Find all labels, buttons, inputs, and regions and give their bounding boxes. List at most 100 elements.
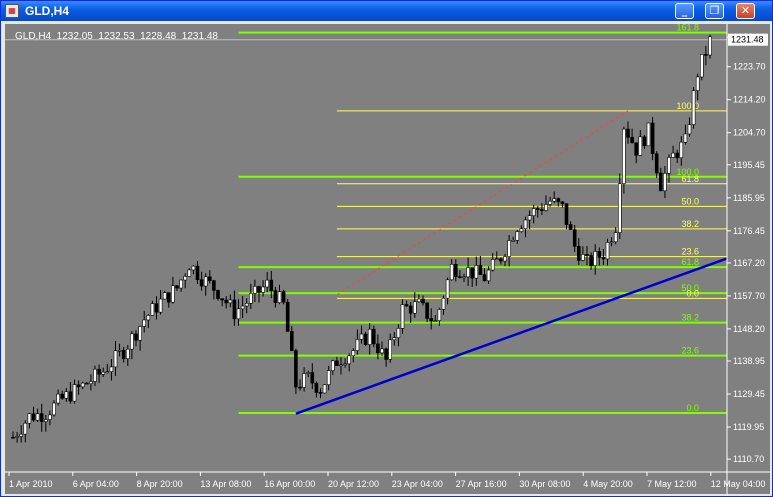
candle-body <box>80 382 85 388</box>
candle-body <box>138 326 142 341</box>
time-tick-label: 23 Apr 04:00 <box>392 479 443 489</box>
price-tick-label: 1110.70 <box>733 454 764 464</box>
candle-body <box>511 240 516 242</box>
candle-body <box>93 368 97 382</box>
candle-body <box>704 54 708 56</box>
candle-body <box>289 331 294 351</box>
candle-body <box>314 382 319 393</box>
candle-body <box>363 333 368 345</box>
candle-body <box>453 264 458 277</box>
candle-body <box>72 384 77 402</box>
candle-body <box>236 308 241 320</box>
candle-body <box>441 297 446 310</box>
candle-body <box>507 240 511 257</box>
price-tick-label: 1157.70 <box>733 291 765 301</box>
fib-level-label: 23.6 <box>681 346 699 356</box>
candle-body <box>171 285 175 303</box>
chart-area[interactable]: 161.8 100.0 61.8 50.0 38.2 23.6 0.0 100.0 61.8 50… <box>5 23 770 494</box>
candle-body <box>302 373 306 388</box>
candle-body <box>478 265 483 275</box>
candle-body <box>253 286 257 294</box>
title-bar[interactable]: ▦ GLD,H4 _ ❐ ✕ <box>1 1 772 21</box>
candle-body <box>244 302 249 307</box>
time-tick-label: 20 Apr 12:00 <box>328 479 379 489</box>
close-button[interactable]: ✕ <box>736 3 755 19</box>
candle-body <box>535 208 540 210</box>
candle-body <box>392 337 397 341</box>
candle-body <box>27 413 32 424</box>
candle-body <box>572 229 577 247</box>
candle-body <box>458 276 462 278</box>
candle-body <box>265 279 270 288</box>
candle-body <box>355 339 360 351</box>
candle-body <box>630 137 634 144</box>
candle-body <box>654 153 659 174</box>
candle-body <box>622 128 626 184</box>
candle-body <box>97 368 101 375</box>
fib-level-label: 161.8 <box>676 24 699 33</box>
candle-body <box>281 291 286 303</box>
chart-window-icon[interactable]: ▦ <box>5 4 19 18</box>
candle-body <box>359 333 364 340</box>
candle-body <box>421 298 425 304</box>
candle-body <box>429 318 434 322</box>
time-tick-label: 7 May 12:00 <box>647 479 697 489</box>
price-tick-label: 1176.45 <box>733 226 765 236</box>
candle-body <box>585 254 589 256</box>
candle-body <box>306 372 311 374</box>
restore-button[interactable]: ❐ <box>705 3 724 19</box>
candle-body <box>638 136 643 156</box>
time-tick-label: 13 Apr 08:00 <box>200 479 251 489</box>
candle-body <box>130 333 134 350</box>
candle-body <box>548 200 552 205</box>
candle-body <box>519 228 524 232</box>
candle-body <box>162 292 167 300</box>
candle-body <box>285 301 290 332</box>
candle-body <box>208 276 212 281</box>
candle-body <box>294 350 298 388</box>
candle-body <box>31 413 36 421</box>
price-tick-label: 1119.95 <box>733 422 764 432</box>
candle-body <box>490 259 495 271</box>
candle-body <box>35 413 40 421</box>
candle-body <box>449 264 454 281</box>
candle-body <box>687 124 692 135</box>
time-tick-label: 4 May 20:00 <box>583 479 633 489</box>
candle-body <box>322 384 327 394</box>
fib-level-label: 100.0 <box>676 101 699 111</box>
candle-body <box>675 152 680 159</box>
candle-body <box>568 224 573 230</box>
candle-body <box>240 305 245 310</box>
candle-body <box>617 183 622 233</box>
candle-body <box>466 267 470 278</box>
candle-body <box>269 279 274 291</box>
candle-body <box>544 204 548 211</box>
price-chart[interactable]: 161.8100.061.850.038.223.60.0100.061.850… <box>5 23 770 494</box>
candle-body <box>310 372 315 384</box>
candle-body <box>23 422 28 435</box>
candle-body <box>515 231 520 241</box>
candle-body <box>109 366 114 372</box>
candle-body <box>589 255 593 267</box>
candle-body <box>351 350 356 357</box>
price-tick-label: 1129.45 <box>733 389 765 399</box>
candle-body <box>482 274 487 282</box>
time-tick-label: 8 Apr 20:00 <box>137 479 183 489</box>
candle-body <box>134 333 138 341</box>
candle-body <box>499 258 503 262</box>
candle-body <box>56 393 60 404</box>
candle-body <box>228 299 233 304</box>
candle-body <box>552 198 557 202</box>
candle-body <box>89 381 93 385</box>
candle-body <box>412 301 417 314</box>
candle-body <box>503 256 507 262</box>
candle-body <box>101 371 105 375</box>
candle-body <box>126 348 130 360</box>
minimize-button[interactable]: _ <box>675 3 694 19</box>
candle-body <box>318 392 323 394</box>
fib-level-label: 0.0 <box>686 288 699 298</box>
candle-body <box>11 436 15 439</box>
candle-body <box>380 348 384 354</box>
time-tick-label: 12 May 04:00 <box>711 479 766 489</box>
candle-body <box>626 128 630 138</box>
